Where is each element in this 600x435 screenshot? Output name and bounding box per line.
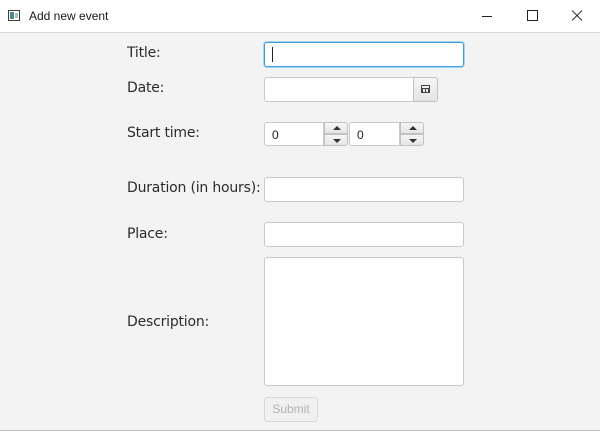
start-hour-decrement-button[interactable]: [324, 134, 348, 146]
arrow-down-icon: [409, 139, 417, 143]
start-minute-value: 0: [357, 128, 364, 142]
app-window-icon: [8, 10, 20, 21]
submit-button[interactable]: Submit: [264, 397, 318, 422]
calendar-icon: [421, 85, 430, 93]
arrow-up-icon: [409, 126, 417, 130]
minimize-icon[interactable]: [464, 0, 510, 32]
window-title: Add new event: [29, 9, 109, 23]
start-minute-increment-button[interactable]: [400, 122, 424, 134]
start-minute-decrement-button[interactable]: [400, 134, 424, 146]
duration-input[interactable]: [264, 177, 464, 202]
date-label: Date:: [127, 80, 165, 96]
start-hour-value: 0: [272, 128, 279, 142]
description-label: Description:: [127, 314, 210, 330]
maximize-icon[interactable]: [509, 0, 555, 32]
description-textarea[interactable]: [264, 257, 464, 386]
window-bottom-edge: [0, 430, 600, 435]
text-caret: [272, 47, 273, 62]
arrow-up-icon: [333, 126, 341, 130]
title-input[interactable]: [264, 42, 464, 67]
start-time-label: Start time:: [127, 125, 200, 141]
start-minute-spin-buttons: [400, 122, 424, 146]
place-label: Place:: [127, 226, 168, 242]
close-icon[interactable]: [554, 0, 600, 32]
start-hour-increment-button[interactable]: [324, 122, 348, 134]
place-input[interactable]: [264, 222, 464, 247]
date-picker-button[interactable]: [413, 77, 438, 102]
title-bar: Add new event: [0, 0, 600, 33]
title-label: Title:: [127, 45, 161, 61]
duration-label: Duration (in hours):: [127, 180, 261, 196]
start-hour-spinner[interactable]: 0: [264, 122, 324, 146]
date-input[interactable]: [264, 77, 414, 102]
arrow-down-icon: [333, 139, 341, 143]
start-minute-spinner[interactable]: 0: [349, 122, 400, 146]
start-hour-spin-buttons: [324, 122, 348, 146]
